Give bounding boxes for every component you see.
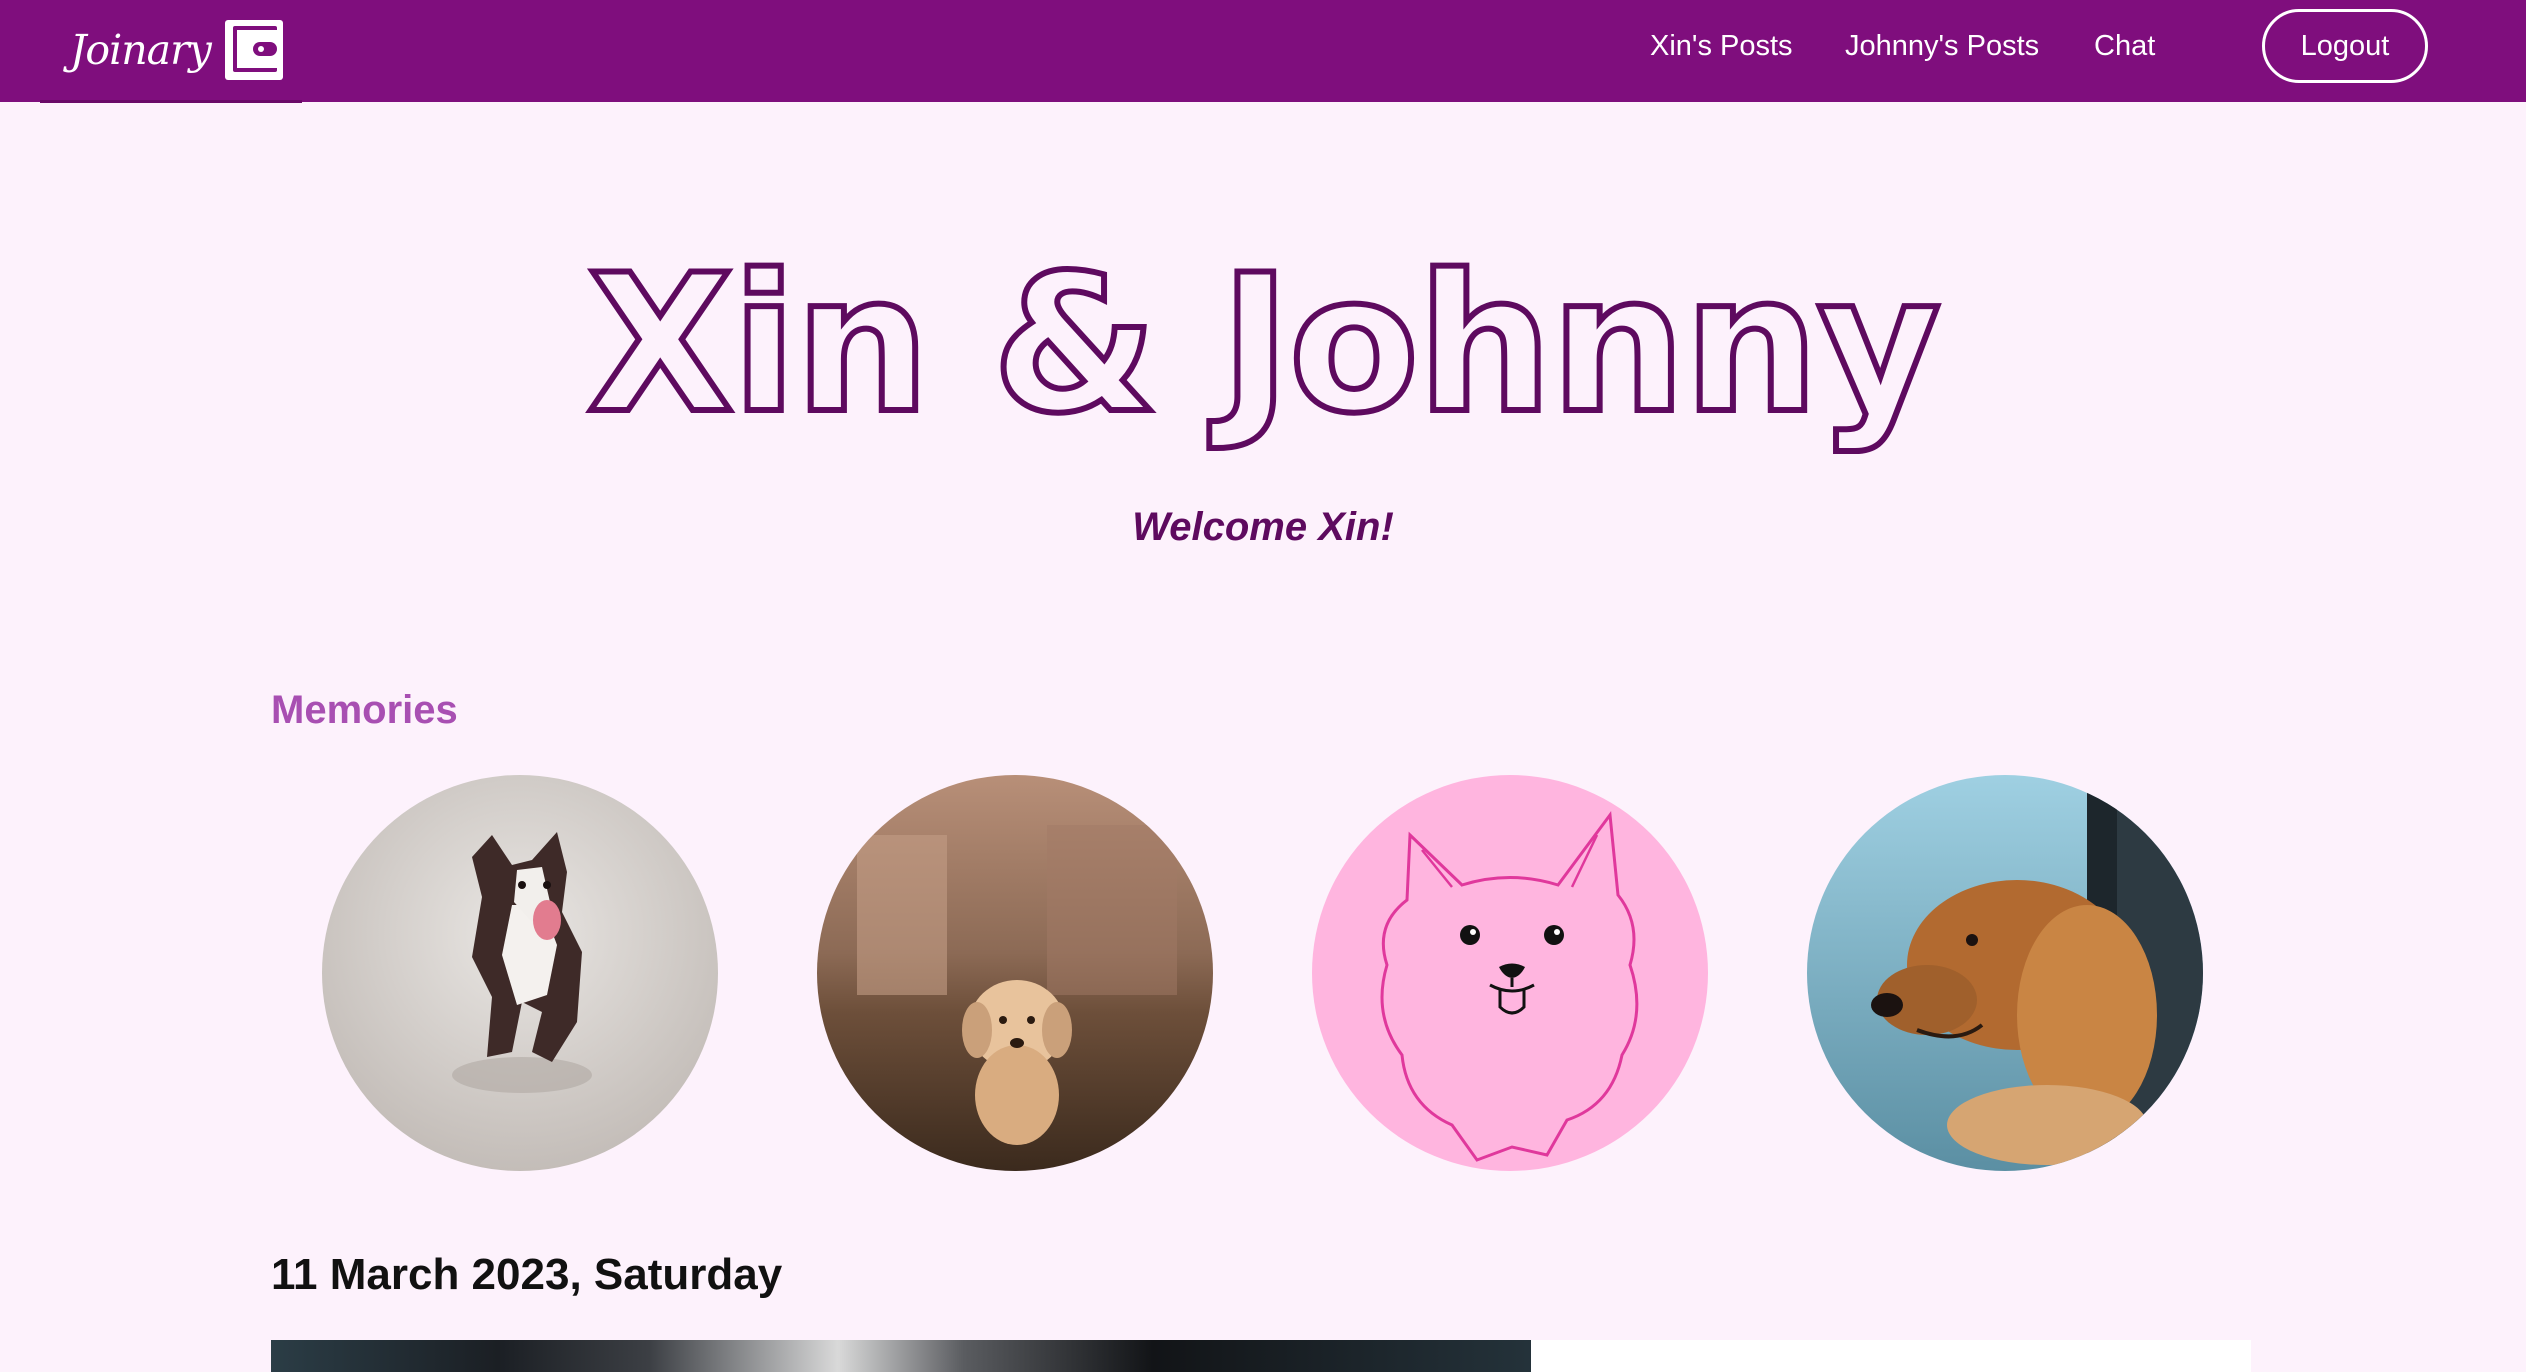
memory-running-dog[interactable] [322,775,718,1171]
brand-underline [40,100,302,103]
couple-title: Xin & Johnny [584,234,1944,455]
welcome-message: Welcome Xin! [1132,505,1394,549]
memory-golden-puppy[interactable] [817,775,1213,1171]
nav-link-xins-posts[interactable]: Xin's Posts [1650,30,1793,63]
post-date-heading: 11 March 2023, Saturday [271,1250,783,1299]
golden-puppy-image [817,775,1213,1171]
top-navbar: Joinary Xin's Posts Johnny's Posts Chat … [0,0,2526,103]
nav-link-chat[interactable]: Chat [2094,30,2155,63]
post-content-panel [1531,1340,2251,1372]
post-photo[interactable] [271,1340,1531,1372]
journal-icon [224,20,283,80]
brand-logo-link[interactable]: Joinary [70,18,285,82]
running-dog-image [322,775,718,1171]
nav-link-johnnys-posts[interactable]: Johnny's Posts [1845,30,2039,63]
spaniel-car-window-image [1807,775,2203,1171]
logout-button[interactable]: Logout [2262,9,2428,83]
memories-heading: Memories [271,688,458,732]
memory-pomeranian-drawing[interactable] [1312,775,1708,1171]
brand-name: Joinary [70,26,212,74]
memory-spaniel-car[interactable] [1807,775,2203,1171]
pomeranian-drawing-image [1312,775,1708,1171]
